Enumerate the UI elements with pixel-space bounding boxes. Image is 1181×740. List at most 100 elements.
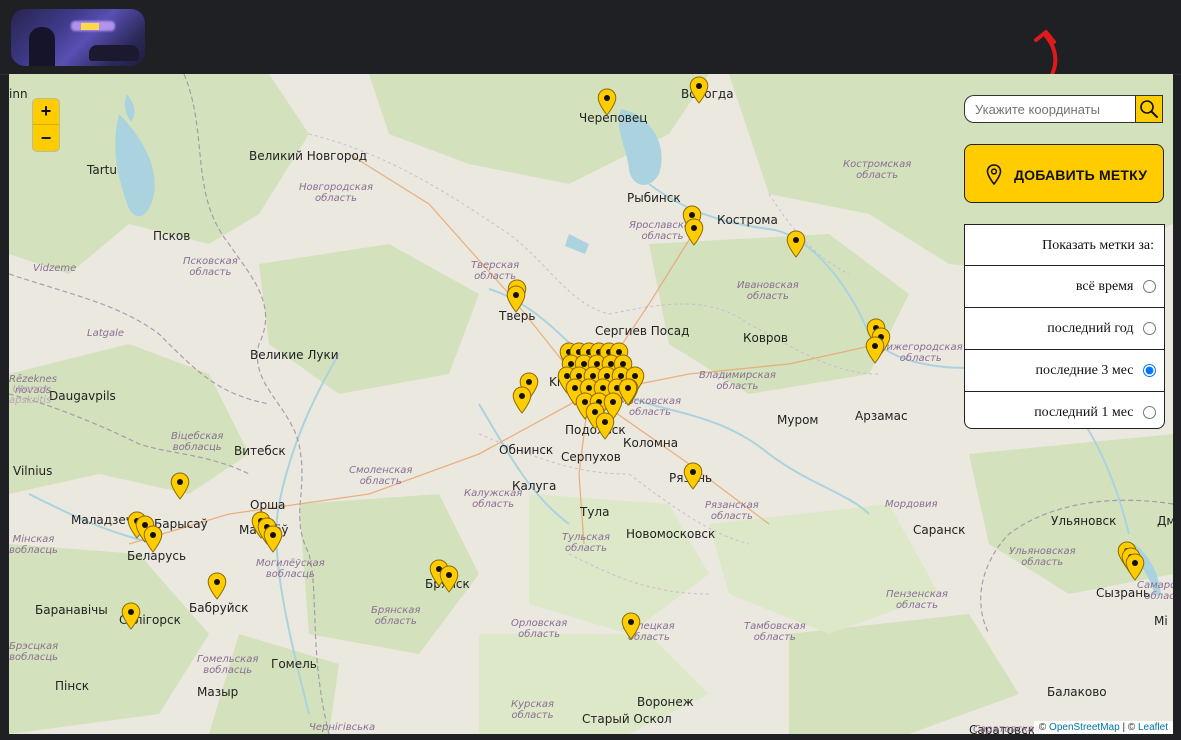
city-label: Тула [580, 505, 610, 519]
yellow-pin-icon [618, 378, 638, 406]
region-label: Latgale [87, 328, 125, 339]
yellow-pin-icon [621, 612, 641, 640]
add-marker-label: ДОБАВИТЬ МЕТКУ [1014, 167, 1148, 183]
city-label: Ковров [743, 331, 788, 345]
city-label: Великие Луки [250, 348, 339, 362]
place-marker[interactable] [1125, 553, 1145, 581]
place-marker[interactable] [170, 472, 190, 500]
city-label: Псков [153, 229, 191, 243]
place-marker[interactable] [865, 336, 885, 364]
yellow-pin-icon [684, 218, 704, 246]
city-label: Воронеж [637, 695, 694, 709]
openstreetmap-link[interactable]: OpenStreetMap [1049, 722, 1120, 733]
city-label: Daugavpils [49, 389, 116, 403]
yellow-pin-icon [207, 572, 227, 600]
region-label: Тульская область [562, 532, 610, 554]
yellow-pin-icon [439, 565, 459, 593]
city-label: Ульяновск [1051, 514, 1117, 528]
city-label: Серпухов [561, 450, 621, 464]
city-label: Сергиев Посад [595, 324, 690, 338]
place-marker[interactable] [684, 218, 704, 246]
region-label: Смоленская область [349, 465, 413, 487]
place-marker[interactable] [618, 378, 638, 406]
city-label: Бабруйск [189, 601, 249, 615]
city-label: Саранск [913, 523, 966, 537]
period-option-3-months[interactable]: последние 3 мес [965, 350, 1164, 392]
city-label: Балаково [1047, 685, 1107, 699]
region-label: Курская область [511, 699, 555, 721]
zoom-out-button[interactable]: − [33, 125, 59, 151]
period-option-year[interactable]: последний год [965, 308, 1164, 350]
period-radio-3-months[interactable] [1143, 364, 1156, 378]
period-option-all[interactable]: всё время [965, 266, 1164, 308]
region-label: Мордовия [885, 499, 938, 510]
logo-figure [29, 27, 55, 66]
place-marker[interactable] [121, 602, 141, 630]
region-label: Vidzeme [33, 263, 77, 274]
place-marker[interactable] [439, 565, 459, 593]
yellow-pin-icon [597, 88, 617, 116]
yellow-pin-icon [512, 386, 532, 414]
region-label: Владимирская область [699, 370, 776, 392]
add-marker-button[interactable]: ДОБАВИТЬ МЕТКУ [964, 144, 1164, 203]
yellow-pin-icon [263, 525, 283, 553]
region-label: Гомельская вобласць [197, 654, 259, 676]
period-option-1-month[interactable]: последний 1 мес [965, 392, 1164, 428]
city-label: Пінск [55, 679, 90, 693]
place-marker[interactable] [786, 230, 806, 258]
region-label: Тамбовская область [744, 621, 806, 643]
place-marker[interactable] [683, 462, 703, 490]
place-marker[interactable] [597, 88, 617, 116]
region-label: Костромская область [843, 159, 912, 181]
region-label: Utenos apskritis [9, 384, 52, 406]
city-label: Обнинск [499, 443, 554, 457]
logo-car [89, 45, 139, 61]
leaflet-link[interactable]: Leaflet [1138, 722, 1168, 733]
city-label: Старый Оскол [582, 712, 672, 726]
city-label: Mi [1154, 614, 1168, 628]
zoom-in-button[interactable]: + [33, 99, 59, 125]
city-label: Мазыр [197, 685, 239, 699]
region-label: Віцебская вобласць [171, 431, 224, 453]
region-label: Пензенская область [886, 589, 948, 611]
period-option-label: последний 1 мес [1034, 405, 1134, 420]
place-marker[interactable] [263, 525, 283, 553]
city-label: Vilnius [13, 464, 53, 478]
place-marker[interactable] [506, 285, 526, 313]
map-attribution: © OpenStreetMap | © Leaflet [1033, 721, 1173, 734]
place-marker[interactable] [512, 386, 532, 414]
city-label: Муром [777, 413, 819, 427]
place-marker[interactable] [595, 412, 615, 440]
map-viewport[interactable]: Вологда Череповец Великий Новгород Tartu Пск… [9, 74, 1173, 734]
region-label: Псковская область [183, 256, 238, 278]
place-marker[interactable] [621, 612, 641, 640]
period-option-label: всё время [1075, 279, 1134, 294]
period-option-label: последний год [1047, 321, 1134, 336]
site-logo[interactable] [11, 9, 145, 66]
city-label: Гомель [271, 657, 317, 671]
place-marker[interactable] [207, 572, 227, 600]
city-label: Tartu [87, 163, 117, 177]
region-label: Брянская область [371, 605, 421, 627]
period-radio-1-month[interactable] [1143, 406, 1156, 420]
city-label: Кострома [717, 213, 778, 227]
coordinates-input[interactable] [964, 95, 1135, 123]
top-bar [0, 0, 1181, 94]
period-radio-year[interactable] [1143, 322, 1156, 336]
magnifier-icon [1140, 100, 1158, 118]
yellow-pin-icon [143, 525, 163, 553]
city-label: Витебск [234, 444, 286, 458]
period-radio-all[interactable] [1143, 280, 1156, 294]
period-option-label: последние 3 мес [1035, 363, 1134, 378]
region-label: Брэсцкая вобласць [9, 641, 59, 663]
place-marker[interactable] [689, 76, 709, 104]
city-label: Великий Новгород [249, 149, 368, 163]
yellow-pin-icon [683, 462, 703, 490]
attribution-separator: | © [1122, 722, 1136, 733]
region-label: Ульяновская область [1009, 546, 1076, 568]
search-button[interactable] [1135, 95, 1163, 123]
region-label: Чернігівська [309, 722, 376, 733]
region-label: Могилёўская вобласць [256, 558, 325, 580]
yellow-pin-icon [1125, 553, 1145, 581]
place-marker[interactable] [143, 525, 163, 553]
